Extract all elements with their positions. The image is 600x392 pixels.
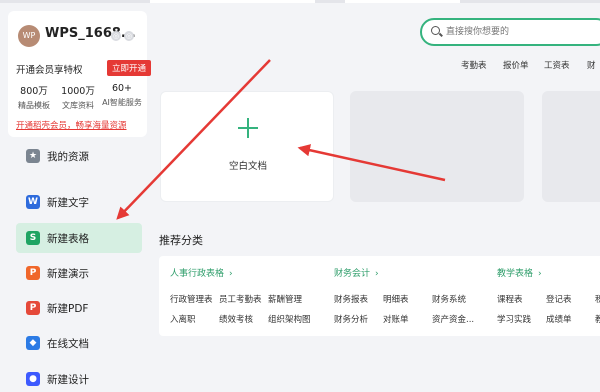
sidebar-item-label: 新建表格 [47,233,89,245]
stat-value: 60+ [111,83,133,94]
stat-label: 精品模板 [18,101,50,110]
category-title-text: 人事行政表格 [170,269,225,279]
user-card: WP WPS_1668... ◎ ◎ 开通会员享特权 立即开通 800万 精品模… [8,11,152,137]
category-link[interactable]: 课程表 [497,293,523,305]
category-link[interactable]: 对账单 [383,313,409,325]
star-box-icon: ★ [26,149,40,163]
search-hint-link[interactable]: 工资表 [544,59,570,71]
vip-promo-text: 开通会员享特权 [16,65,83,76]
category-link[interactable]: 薪酬管理 [268,293,302,305]
category-link[interactable]: 登记表 [546,293,572,305]
category-link[interactable]: 明细表 [383,293,409,305]
docer-vip-link[interactable]: 开通稻壳会员，畅享海量资源 [16,119,127,131]
category-link[interactable]: 员工考勤表 [219,293,262,305]
sidebar-item-label: 我的资源 [47,151,89,163]
category-title-text: 财务会计 [334,269,371,279]
blank-document-label: 空白文档 [228,161,267,172]
left-sidebar: WP WPS_1668... ◎ ◎ 开通会员享特权 立即开通 800万 精品模… [0,3,152,392]
stat-value: 1000万 [61,86,95,97]
category-title[interactable]: 人事行政表格 › [170,266,233,279]
category-link[interactable]: 学习实践 [497,313,531,325]
recommend-title: 推荐分类 [159,234,203,247]
plus-icon [238,118,258,138]
search-hint-link[interactable]: 考勤表 [461,59,487,71]
category-title[interactable]: 教学表格 › [497,266,542,279]
category-link[interactable]: 绩效考核 [219,313,253,325]
design-icon: ● [26,372,40,386]
pdf-icon: P [26,301,40,315]
chevron-right-icon: › [375,269,379,279]
level-badge-icon: ◎ [124,31,134,41]
stat-label: AI智能服务 [102,98,142,107]
category-link[interactable]: 入离职 [170,313,196,325]
sidebar-item-label: 新建文字 [47,197,89,209]
wps-home-window: WP WPS_1668... ◎ ◎ 开通会员享特权 立即开通 800万 精品模… [0,0,600,392]
word-doc-icon: W [26,195,40,209]
stat-ai-services[interactable]: 60+ AI智能服务 [100,83,144,108]
sidebar-item-label: 新建设计 [47,374,89,386]
category-link[interactable]: 教 [595,313,600,325]
user-name[interactable]: WPS_1668... [45,26,136,41]
online-doc-icon: ◆ [26,336,40,350]
category-link[interactable]: 成绩单 [546,313,572,325]
sidebar-item-0[interactable]: ★ 我的资源 [16,141,142,171]
category-link[interactable]: 财务系统 [432,293,466,305]
sidebar-item-label: 新建PDF [47,303,89,315]
category-link[interactable]: 组织架构图 [268,313,311,325]
sidebar-item-3[interactable]: P 新建演示 [16,258,142,288]
sidebar-item-4[interactable]: P 新建PDF [16,293,142,323]
recommend-category-panel: 人事行政表格 › 行政管理表 员工考勤表 薪酬管理 入离职 绩效考核 组织架构图 财务会计 › 财务… [159,256,600,336]
category-link[interactable]: 财务分析 [334,313,368,325]
sidebar-item-label: 新建演示 [47,268,89,280]
search-hint-link[interactable]: 报价单 [503,59,529,71]
stat-library[interactable]: 1000万 文库资料 [56,83,100,111]
category-link[interactable]: 行政管理表 [170,293,213,305]
presentation-icon: P [26,266,40,280]
spreadsheet-icon: S [26,231,40,245]
sidebar-item-1[interactable]: W 新建文字 [16,187,142,217]
stat-label: 文库资料 [62,101,94,110]
member-badge-icon: ◎ [111,31,121,41]
sidebar-item-5[interactable]: ◆ 在线文档 [16,328,142,358]
category-link[interactable]: 资产资金... [432,313,474,325]
stat-value: 800万 [20,86,48,97]
search-box[interactable] [420,18,600,46]
avatar[interactable]: WP [18,25,40,47]
search-hint-link[interactable]: 财 [587,59,596,71]
sidebar-item-2[interactable]: S 新建表格 [16,223,142,253]
template-card-placeholder[interactable] [350,91,524,202]
category-link[interactable]: 积 [595,293,600,305]
sidebar-item-6[interactable]: ● 新建设计 [16,364,142,392]
stat-templates[interactable]: 800万 精品模板 [12,83,56,111]
category-title[interactable]: 财务会计 › [334,266,379,279]
open-vip-button[interactable]: 立即开通 [107,60,152,76]
sidebar-item-label: 在线文档 [47,338,89,350]
search-input[interactable] [446,24,596,40]
blank-document-card[interactable]: 空白文档 [160,91,334,202]
chevron-right-icon: › [229,269,233,279]
template-card-placeholder[interactable] [542,91,600,202]
category-title-text: 教学表格 [497,269,534,279]
chevron-right-icon: › [538,269,542,279]
category-link[interactable]: 财务报表 [334,293,368,305]
search-icon [431,26,440,35]
